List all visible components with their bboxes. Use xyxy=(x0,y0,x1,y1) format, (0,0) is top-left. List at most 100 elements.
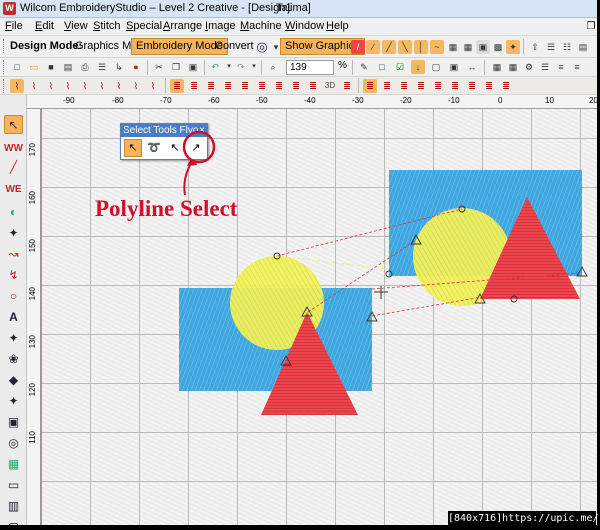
frame-icon[interactable]: ▣ xyxy=(447,60,461,74)
stitch-edit-icon[interactable]: ✦ xyxy=(4,224,23,243)
pencil-icon[interactable]: ╱ xyxy=(4,158,23,177)
program-split-icon[interactable]: ≣ xyxy=(289,79,303,93)
menu-file[interactable]: File xyxy=(5,20,23,32)
monogram-icon[interactable]: ✦ xyxy=(4,329,23,348)
satin-icon[interactable]: ╱ xyxy=(382,40,396,54)
ruler-icon[interactable]: ↔ xyxy=(465,60,479,74)
appliqué-tool-icon[interactable]: ❀ xyxy=(4,350,23,369)
stitch-digitize-icon[interactable]: WW xyxy=(4,139,23,158)
copy-icon[interactable]: ❐ xyxy=(169,60,183,74)
menu-stitch[interactable]: Stitch xyxy=(93,20,121,32)
auto-split-icon[interactable]: ≣ xyxy=(482,79,496,93)
settings-icon[interactable]: ⚙ xyxy=(522,60,536,74)
satin-stitch-icon[interactable]: ⌇ xyxy=(44,79,58,93)
menu-special[interactable]: Special xyxy=(126,20,162,32)
grid-icon[interactable]: ▦ xyxy=(446,40,460,54)
print-preview-icon[interactable]: ▤ xyxy=(61,60,75,74)
tatami-fill-icon[interactable]: ≣ xyxy=(170,79,184,93)
motif-tool-icon[interactable]: ✦ xyxy=(4,392,23,411)
trim-icon[interactable]: ▥ xyxy=(4,497,23,516)
toolbar-grip[interactable] xyxy=(3,79,6,93)
frame-tool-icon[interactable]: ▭ xyxy=(4,476,23,495)
tatami-underlay-icon[interactable]: ≣ xyxy=(448,79,462,93)
toolbar-grip[interactable] xyxy=(3,39,6,53)
run-icon[interactable]: │ xyxy=(414,40,428,54)
box-icon[interactable]: □ xyxy=(375,60,389,74)
design-canvas[interactable] xyxy=(42,109,600,530)
zigzag-stitch-icon[interactable]: ⌇ xyxy=(78,79,92,93)
3d-icon[interactable]: 3D xyxy=(323,79,337,93)
paste-icon[interactable]: ▣ xyxy=(186,60,200,74)
select-object-icon[interactable]: ↖ xyxy=(4,115,23,134)
layers-icon[interactable]: ☰ xyxy=(538,60,552,74)
cross-stitch-icon[interactable]: ⌇ xyxy=(112,79,126,93)
menu-help[interactable]: Help xyxy=(326,20,349,32)
outline-icon[interactable]: / xyxy=(351,40,365,54)
save-icon[interactable]: ■ xyxy=(44,60,58,74)
new-icon[interactable]: □ xyxy=(10,60,24,74)
edit-objects-icon[interactable]: ▦ xyxy=(4,455,23,474)
appliqué-icon[interactable]: ✦ xyxy=(506,40,520,54)
mesh-icon[interactable]: ▩ xyxy=(491,40,505,54)
diamond-icon[interactable]: ◆ xyxy=(4,371,23,390)
image-icon[interactable]: ▣ xyxy=(476,40,490,54)
undo-icon[interactable]: ↶ xyxy=(208,60,222,74)
contour-fill-icon[interactable]: ≣ xyxy=(221,79,235,93)
double-zigzag-icon[interactable]: ≣ xyxy=(431,79,445,93)
hoop-icon[interactable]: ▢ xyxy=(429,60,443,74)
grid-2-icon[interactable]: ▦ xyxy=(461,40,475,54)
zigzag-underlay-icon[interactable]: ≣ xyxy=(414,79,428,93)
print-icon[interactable]: ⎙ xyxy=(78,60,92,74)
menu-window[interactable]: Window xyxy=(285,20,324,32)
select-object-tool-icon[interactable]: ↖ xyxy=(124,139,142,157)
radial-fill-icon[interactable]: ≣ xyxy=(238,79,252,93)
digitize-fill-icon[interactable]: ↯ xyxy=(4,266,23,285)
pen-icon[interactable]: ✎ xyxy=(357,60,371,74)
zoom-input[interactable]: 139 xyxy=(286,60,334,75)
underlay-icon[interactable]: ≣ xyxy=(363,79,377,93)
document-icon[interactable]: ☰ xyxy=(95,60,109,74)
sequin-icon[interactable]: ≣ xyxy=(340,79,354,93)
tatami-icon[interactable]: ╲ xyxy=(398,40,412,54)
lettering-icon[interactable]: A xyxy=(4,308,23,327)
left-design-group[interactable] xyxy=(179,256,372,415)
menu-arrange[interactable]: Arrange xyxy=(163,20,202,32)
lasso-select-icon[interactable]: ➰ xyxy=(145,139,163,157)
restore-icon[interactable]: ❐ xyxy=(584,20,598,33)
auto-digitize-icon[interactable]: WE xyxy=(4,180,23,199)
toolbar-grip[interactable] xyxy=(3,60,6,74)
motif-icon[interactable]: ⌇ xyxy=(95,79,109,93)
globe-icon[interactable]: ◎ xyxy=(254,39,270,55)
edge-walk-icon[interactable]: ≣ xyxy=(380,79,394,93)
fill-stitch-2-icon[interactable]: ⌇ xyxy=(61,79,75,93)
table-icon[interactable]: ▦ xyxy=(490,60,504,74)
sequin-tool-icon[interactable]: ◎ xyxy=(4,434,23,453)
stitch-type-icon[interactable]: ⌇ xyxy=(10,79,24,93)
move-up-icon[interactable]: ⇧ xyxy=(528,40,542,54)
convert-button[interactable]: Convert xyxy=(210,38,259,55)
cut-icon[interactable]: ✂ xyxy=(152,60,166,74)
list-icon[interactable]: ≡ xyxy=(554,60,568,74)
needle-icon[interactable]: ↓ xyxy=(411,60,425,74)
fill-stitch-icon[interactable]: ∕ xyxy=(366,40,380,54)
step-fill-icon[interactable]: ≣ xyxy=(187,79,201,93)
redo-icon[interactable]: ↷ xyxy=(234,60,248,74)
distribute-icon[interactable]: ☷ xyxy=(560,40,574,54)
checkbox-icon[interactable]: ☑ xyxy=(393,60,407,74)
wave-fill-icon[interactable]: ≣ xyxy=(255,79,269,93)
menu-view[interactable]: View xyxy=(64,20,88,32)
digitize-outline-icon[interactable]: ↝ xyxy=(4,245,23,264)
zoom-icon[interactable]: ⌕ xyxy=(266,60,280,74)
menu-edit[interactable]: Edit xyxy=(35,20,54,32)
column-icon[interactable]: ≣ xyxy=(499,79,513,93)
triple-run-icon[interactable]: ⌇ xyxy=(129,79,143,93)
digitize-shapes-icon[interactable]: ○ xyxy=(4,287,23,306)
pull-comp-icon[interactable]: ≣ xyxy=(465,79,479,93)
list-2-icon[interactable]: ≡ xyxy=(570,60,584,74)
menu-machine[interactable]: Machine xyxy=(240,20,282,32)
table-2-icon[interactable]: ▦ xyxy=(506,60,520,74)
sculpture-fill-icon[interactable]: ≣ xyxy=(272,79,286,93)
trapunto-icon[interactable]: ≣ xyxy=(306,79,320,93)
open-icon[interactable]: ▭ xyxy=(27,60,41,74)
center-run-icon[interactable]: ≣ xyxy=(397,79,411,93)
